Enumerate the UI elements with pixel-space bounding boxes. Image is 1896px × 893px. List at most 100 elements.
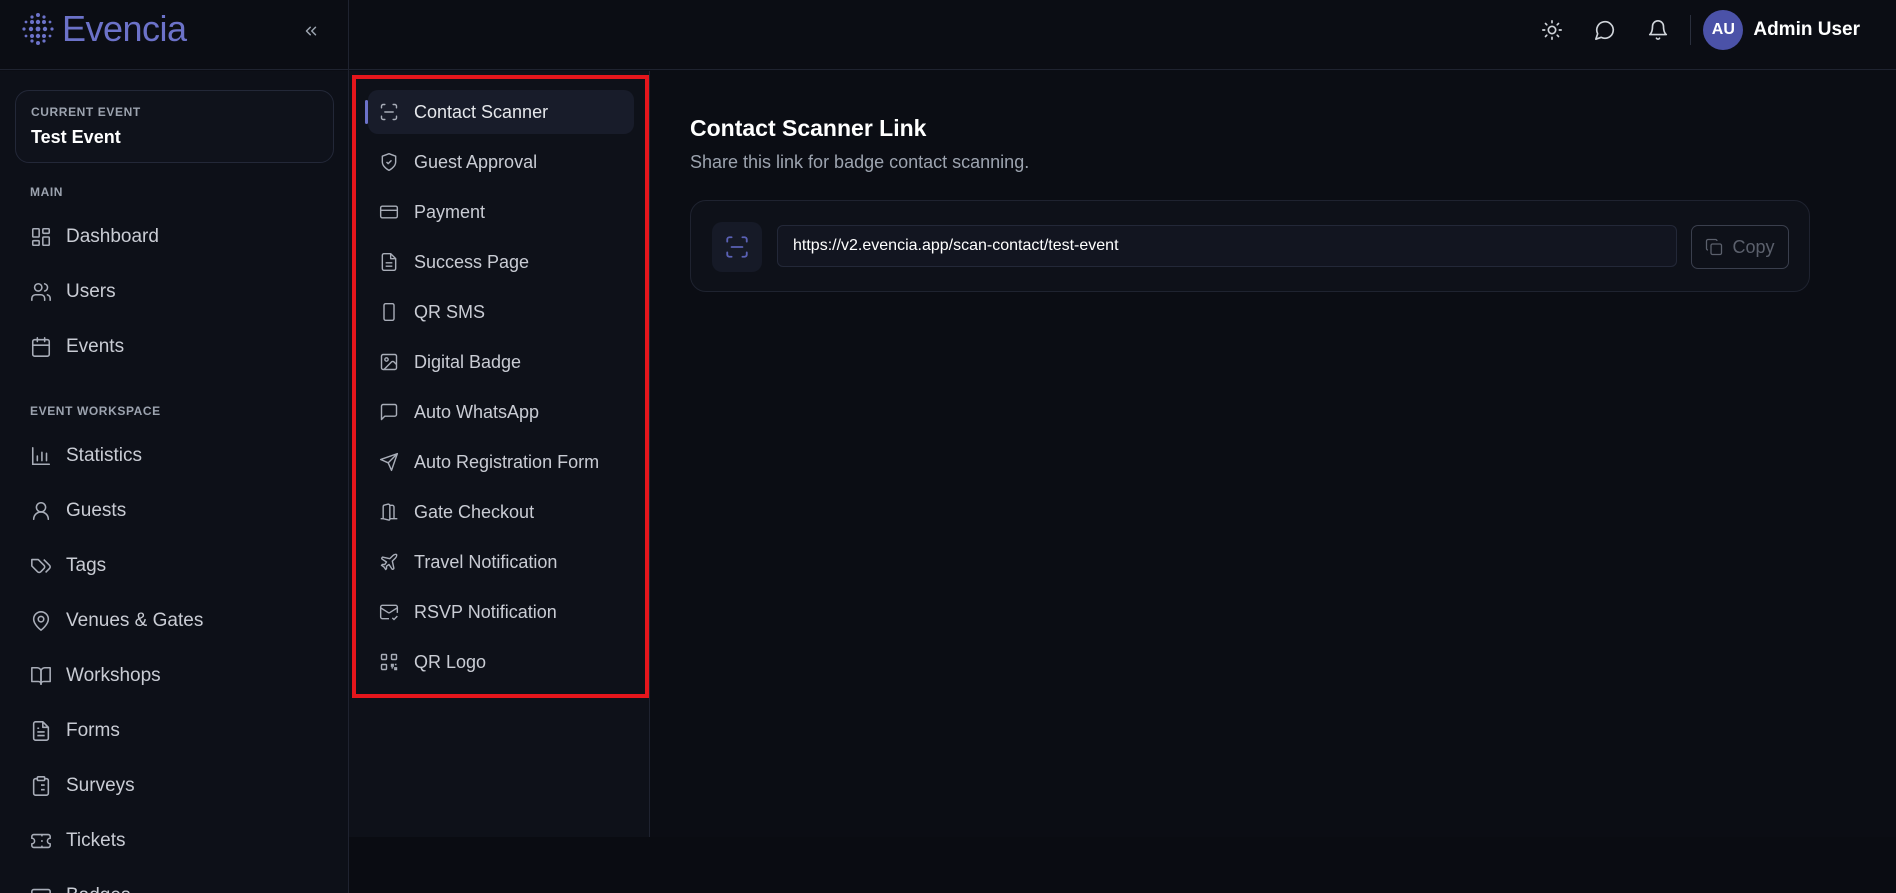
book-icon <box>29 664 53 688</box>
ticket-icon <box>29 829 53 853</box>
user-icon <box>29 499 53 523</box>
subnav-item-digital-badge[interactable]: Digital Badge <box>368 340 634 384</box>
subnav-item-label: QR SMS <box>414 301 486 322</box>
users-icon <box>29 280 53 304</box>
calendar-icon <box>29 335 53 359</box>
sidebar-item-tags[interactable]: Tags <box>15 543 334 589</box>
subnav-item-guest-approval[interactable]: Guest Approval <box>368 140 634 184</box>
sidebar-item-tickets[interactable]: Tickets <box>15 818 334 864</box>
sidebar-item-users[interactable]: Users <box>15 269 334 315</box>
workspace-section-label: EVENT WORKSPACE <box>30 404 161 418</box>
sun-icon <box>1542 20 1563 40</box>
current-event-label: CURRENT EVENT <box>31 105 141 119</box>
page-subtitle: Share this link for badge contact scanni… <box>690 152 1030 172</box>
sidebar-item-statistics[interactable]: Statistics <box>15 433 334 479</box>
theme-toggle-button[interactable] <box>1532 10 1572 50</box>
sidebar-item-label: Forms <box>66 720 120 741</box>
subnav-item-label: Success Page <box>414 251 530 272</box>
subnav-item-contact-scanner[interactable]: Contact Scanner <box>365 90 634 134</box>
subnav-item-label: Digital Badge <box>414 351 522 372</box>
collapse-sidebar-button[interactable] <box>296 16 326 46</box>
current-event-card[interactable]: CURRENT EVENT Test Event <box>15 90 334 163</box>
shield-check-icon <box>378 151 400 173</box>
scanner-link-input[interactable] <box>777 225 1677 267</box>
sidebar-item-forms[interactable]: Forms <box>15 708 334 754</box>
bottom-area <box>349 837 1896 893</box>
plane-icon <box>378 551 400 573</box>
subnav-item-label: Payment <box>414 201 486 222</box>
notifications-button[interactable] <box>1638 10 1678 50</box>
messages-button[interactable] <box>1585 10 1625 50</box>
subnav-item-travel-notification[interactable]: Travel Notification <box>368 540 634 584</box>
sidebar-item-label: Surveys <box>66 775 135 796</box>
sidebar-item-surveys[interactable]: Surveys <box>15 763 334 809</box>
sidebar-item-venues-gates[interactable]: Venues & Gates <box>15 598 334 644</box>
message-icon <box>1595 20 1615 40</box>
copy-button[interactable]: Copy <box>1691 225 1789 269</box>
scan-icon <box>712 222 762 272</box>
sidebar-item-workshops[interactable]: Workshops <box>15 653 334 699</box>
scanner-link-card: Copy <box>690 200 1810 292</box>
smartphone-icon <box>378 301 400 323</box>
file-text-icon <box>29 719 53 743</box>
copy-icon <box>1706 238 1723 256</box>
send-icon <box>378 451 400 473</box>
sidebar-item-label: Dashboard <box>66 226 159 247</box>
badge-icon <box>29 884 53 893</box>
subnav-item-auto-registration-form[interactable]: Auto Registration Form <box>368 440 634 484</box>
avatar[interactable]: AU <box>1703 10 1744 50</box>
map-pin-icon <box>29 609 53 633</box>
tags-icon <box>29 554 53 578</box>
header-separator <box>1690 15 1692 45</box>
sidebar: CURRENT EVENT Test Event MAIN Dashboard … <box>0 71 348 893</box>
subnav-item-rsvp-notification[interactable]: RSVP Notification <box>368 590 634 634</box>
subnav-item-payment[interactable]: Payment <box>368 190 634 234</box>
logo-dots-icon <box>22 13 54 45</box>
subnav-item-label: Auto Registration Form <box>414 451 600 472</box>
subnav-item-qr-sms[interactable]: QR SMS <box>368 290 634 334</box>
copy-button-label: Copy <box>1732 236 1775 257</box>
current-event-name: Test Event <box>31 127 121 147</box>
sidebar-item-label: Tickets <box>66 830 126 851</box>
sidebar-item-label: Tags <box>66 555 107 576</box>
sidebar-item-guests[interactable]: Guests <box>15 488 334 534</box>
door-icon <box>378 501 400 523</box>
subnav-item-label: Guest Approval <box>414 151 538 172</box>
main-section-label: MAIN <box>30 185 64 199</box>
chevrons-left-icon <box>305 26 317 36</box>
sidebar-item-dashboard[interactable]: Dashboard <box>15 214 334 260</box>
logo-text: Evencia <box>62 8 187 49</box>
subnav-item-label: Contact Scanner <box>414 101 549 122</box>
dashboard-icon <box>29 225 53 249</box>
sidebar-item-label: Events <box>66 336 125 357</box>
sidebar-item-label: Users <box>66 281 116 302</box>
sidebar-item-label: Venues & Gates <box>66 610 204 631</box>
subnav-item-auto-whatsapp[interactable]: Auto WhatsApp <box>368 390 634 434</box>
message-square-icon <box>378 401 400 423</box>
sidebar-item-label: Guests <box>66 500 127 521</box>
image-icon <box>378 351 400 373</box>
subnav-item-qr-logo[interactable]: QR Logo <box>368 640 634 684</box>
sidebar-item-badges[interactable]: Badges <box>15 873 334 893</box>
sidebar-item-label: Badges <box>66 885 130 893</box>
app-logo[interactable]: Evencia <box>20 11 187 47</box>
subnav-item-gate-checkout[interactable]: Gate Checkout <box>368 490 634 534</box>
top-header: Evencia AU Admin User <box>0 0 1896 70</box>
mail-check-icon <box>378 601 400 623</box>
header-actions: AU Admin User <box>1519 10 1860 50</box>
page-title: Contact Scanner Link <box>690 115 927 141</box>
subnav-item-label: Travel Notification <box>414 551 558 572</box>
subnav-item-label: QR Logo <box>414 651 487 672</box>
subnav-item-success-page[interactable]: Success Page <box>368 240 634 284</box>
sidebar-item-events[interactable]: Events <box>15 324 334 370</box>
subnav-item-label: RSVP Notification <box>414 601 557 622</box>
subnav-item-label: Auto WhatsApp <box>414 401 540 422</box>
subnav-item-label: Gate Checkout <box>414 501 535 522</box>
clipboard-icon <box>29 774 53 798</box>
sidebar-item-label: Statistics <box>66 445 143 466</box>
credit-card-icon <box>378 201 400 223</box>
user-name[interactable]: Admin User <box>1753 19 1860 41</box>
bell-icon <box>1649 20 1668 40</box>
sidebar-item-label: Workshops <box>66 665 161 686</box>
bar-chart-icon <box>29 444 53 468</box>
